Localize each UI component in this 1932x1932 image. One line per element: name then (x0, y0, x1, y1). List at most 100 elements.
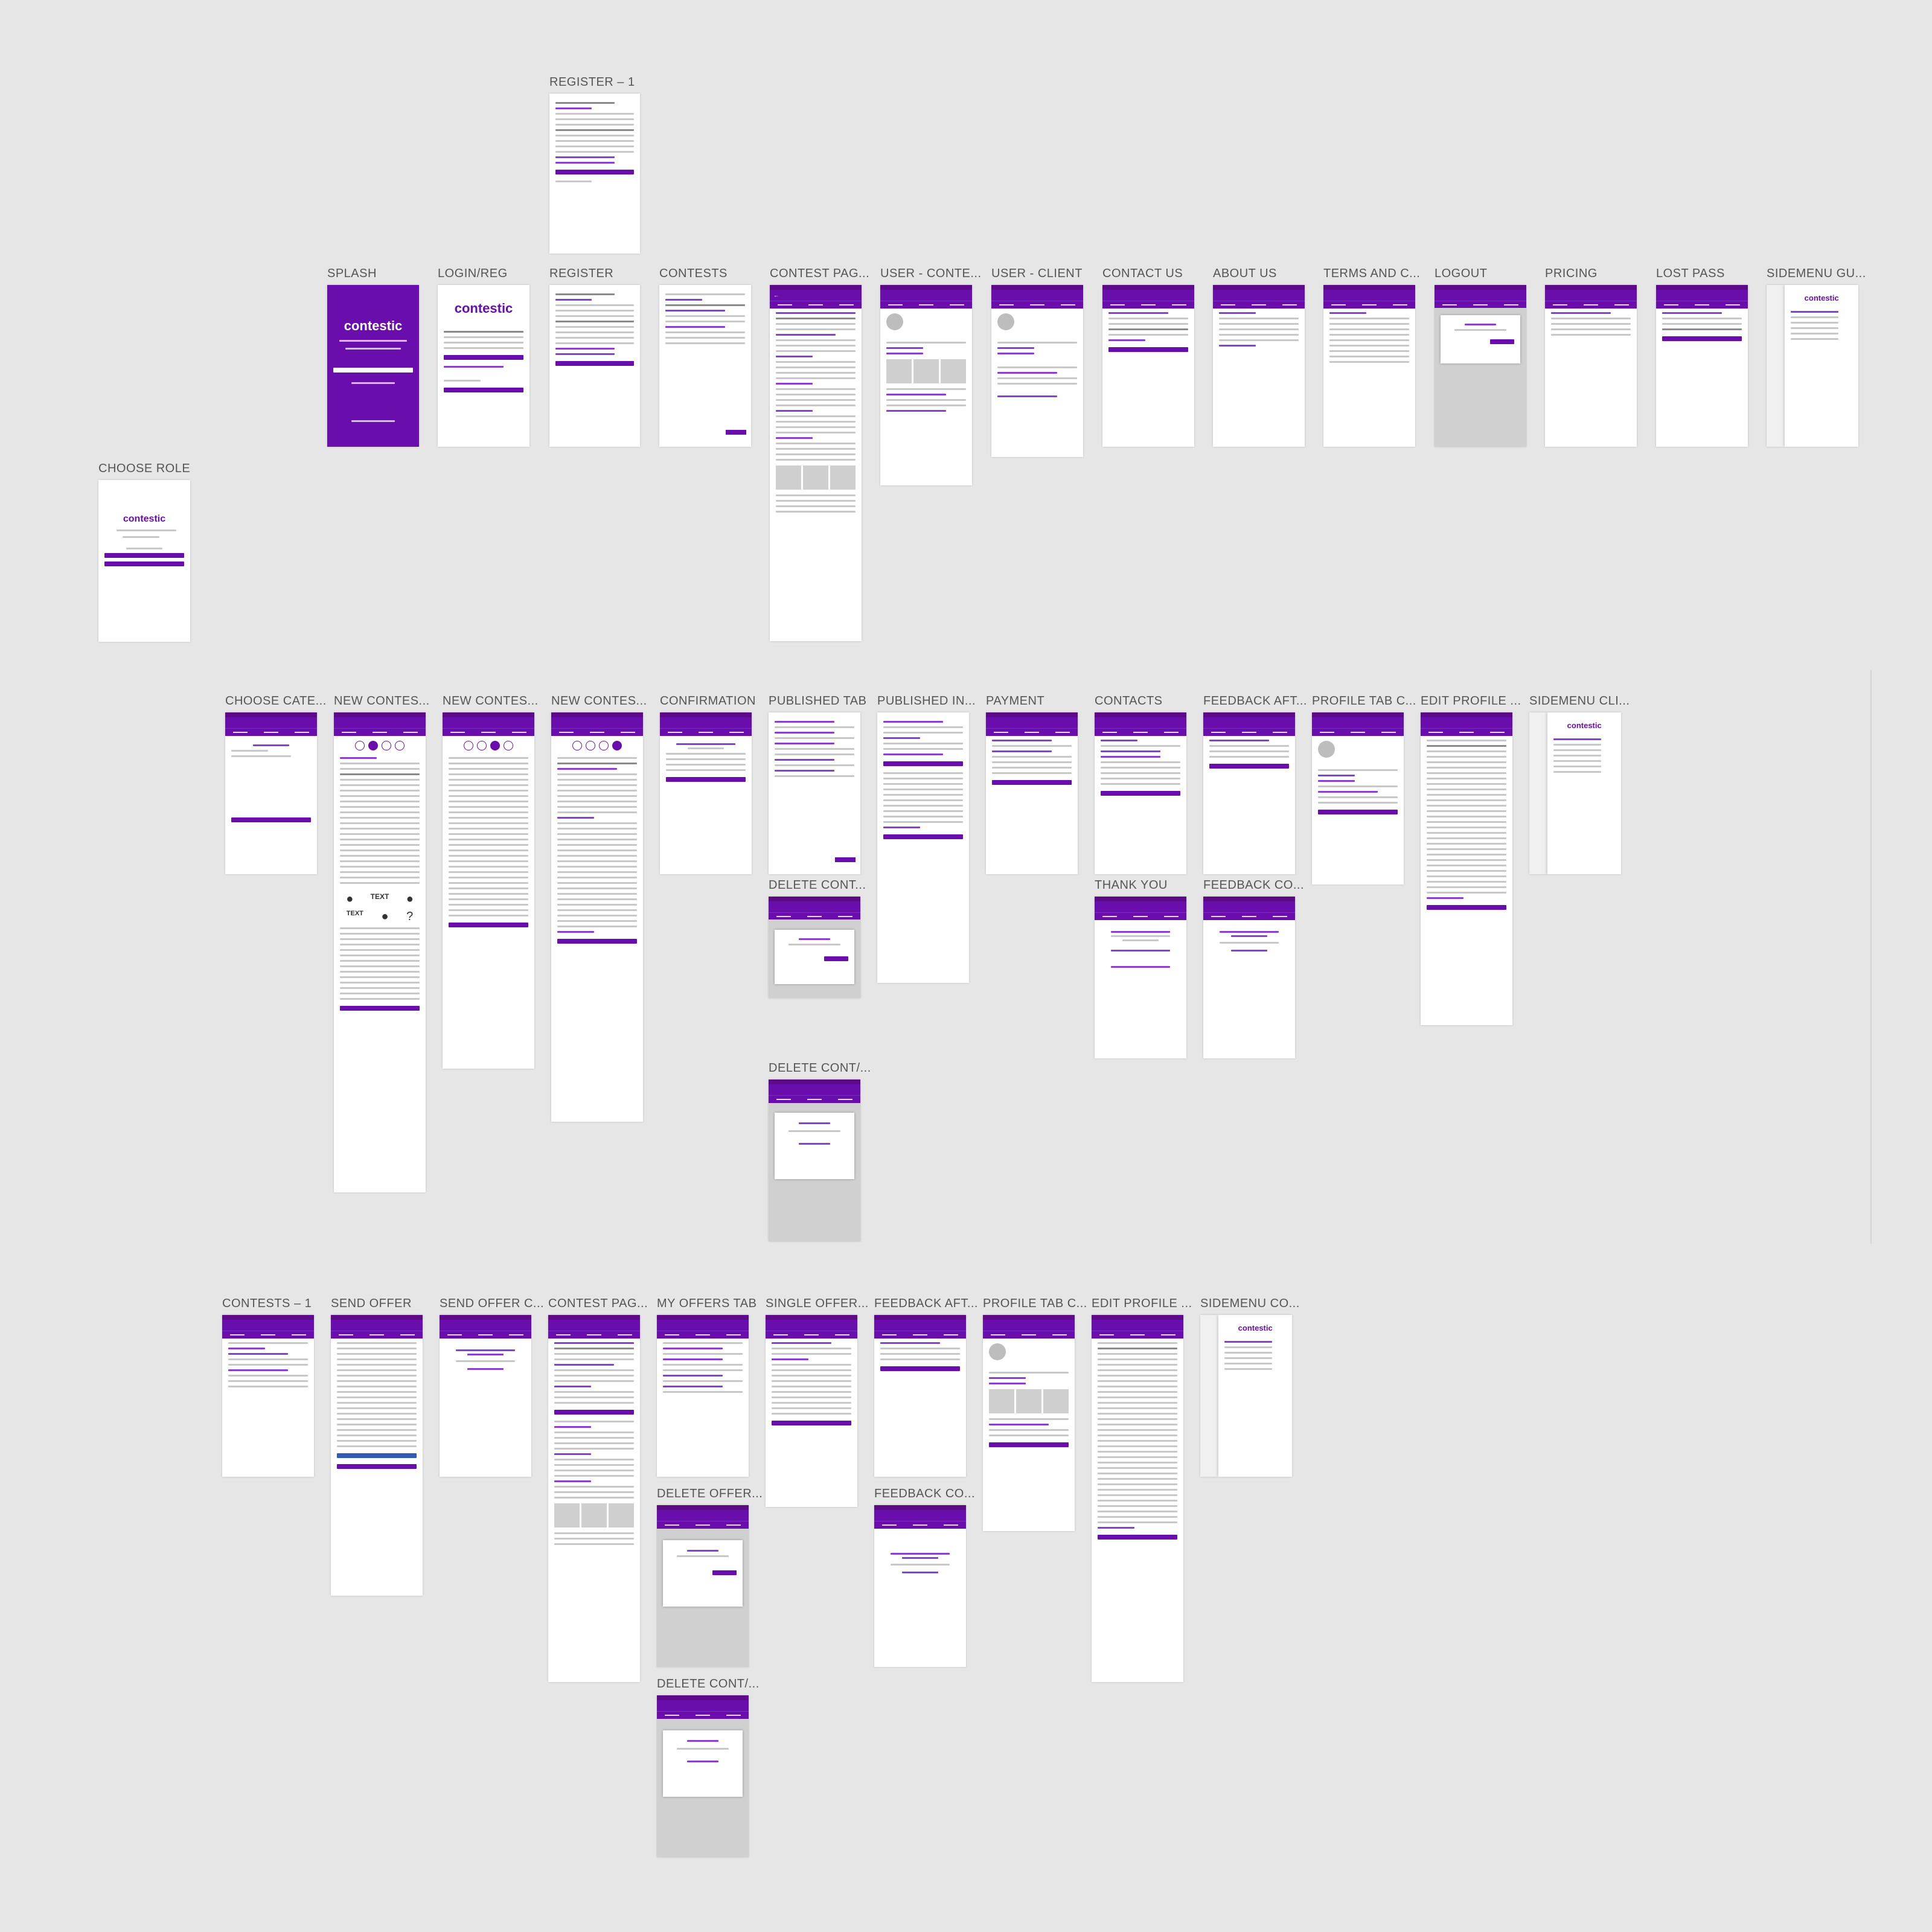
screen-contact-us (1102, 285, 1194, 447)
artboard-label: NEW CONTES... (334, 694, 430, 708)
add-contest-button[interactable] (835, 857, 856, 862)
create-account-button[interactable] (555, 170, 634, 174)
combo-logo-icon[interactable]: TEXT (347, 910, 363, 924)
artboard-label: PRICING (1545, 267, 1598, 280)
back-icon[interactable]: ← (773, 290, 779, 301)
artboard-label: EDIT PROFILE ... (1421, 694, 1521, 708)
artboard-label: DELETE CONT/... (657, 1677, 760, 1690)
send-feedback-button[interactable] (1209, 764, 1289, 769)
pay-button[interactable] (992, 780, 1072, 785)
screen-sidemenu-guest: contestic (1767, 285, 1858, 447)
view-contest-button[interactable] (883, 761, 963, 766)
screen-thank-you (1095, 897, 1186, 1058)
send-feedback-button[interactable] (880, 1366, 960, 1371)
artboard-label: EDIT PROFILE ... (1092, 1297, 1192, 1310)
send-button[interactable] (1108, 347, 1188, 352)
finish-button[interactable] (1101, 791, 1180, 796)
text-logo-icon[interactable]: TEXT (371, 892, 389, 906)
artboard-label: CONTEST PAG... (770, 267, 870, 280)
screen-send-offer-confirm (440, 1315, 531, 1477)
screen-sidemenu-client: contestic (1529, 712, 1621, 874)
screen-payment (986, 712, 1078, 874)
screen-user-client (991, 285, 1083, 457)
login-button[interactable] (444, 355, 523, 360)
screen-contest-page-2 (548, 1315, 640, 1682)
artboard-label: LOGIN/REG (438, 267, 508, 280)
screen-feedback-after-2 (874, 1315, 966, 1477)
artboard-label: LOST PASS (1656, 267, 1725, 280)
screen-profile-tab-2 (983, 1315, 1075, 1531)
confirm-delete-button[interactable] (824, 956, 848, 961)
screen-choose-role: contestic (98, 480, 190, 642)
brand-logo: contestic (1567, 721, 1602, 730)
artboard-label: FEEDBACK AFT... (874, 1297, 978, 1310)
screen-published-in (877, 712, 969, 983)
choose-winner-button[interactable] (883, 834, 963, 839)
send-offer-button[interactable] (337, 1464, 417, 1469)
screen-terms (1323, 285, 1415, 447)
artboard-label: SPLASH (327, 267, 377, 280)
screen-edit-profile-2 (1092, 1315, 1183, 1682)
artboard-label: REGISTER (549, 267, 614, 280)
emblem-logo-icon[interactable]: ● (406, 892, 414, 906)
add-contest-button[interactable] (726, 430, 746, 435)
letter-logo-icon[interactable]: ● (381, 910, 388, 924)
any-logo-icon[interactable]: ? (406, 910, 413, 924)
proceed-payment-button[interactable] (666, 777, 746, 782)
artboard-label: CONTESTS – 1 (222, 1297, 312, 1310)
screen-feedback-complete-1 (1203, 897, 1295, 1058)
artboard-label: DELETE CONT... (769, 878, 866, 892)
artboard-label: CHOOSE ROLE (98, 462, 191, 475)
save-changes-button[interactable] (1427, 905, 1506, 910)
facebook-share-button[interactable] (337, 1453, 417, 1458)
done-dialog (663, 1730, 743, 1797)
canvas-divider (1870, 670, 1872, 1244)
next-step-button[interactable] (340, 1006, 420, 1011)
screen-edit-profile-1 (1421, 712, 1512, 1025)
artboard-label: PUBLISHED TAB (769, 694, 867, 708)
designer-role-button[interactable] (104, 553, 184, 558)
artboard-label: PAYMENT (986, 694, 1045, 708)
artboard-label: DELETE OFFER... (657, 1487, 763, 1500)
start-contest-button[interactable] (333, 368, 413, 373)
edit-profile-button[interactable] (989, 1442, 1069, 1447)
artboard-label: PUBLISHED IN... (877, 694, 976, 708)
artboard-label: NEW CONTES... (443, 694, 539, 708)
create-account-button[interactable] (555, 361, 634, 366)
avatar (997, 313, 1014, 330)
artboard-label: SIDEMENU CLI... (1529, 694, 1630, 708)
screen-about-us (1213, 285, 1305, 447)
screen-feedback-complete-2 (874, 1505, 966, 1667)
edit-offer-button[interactable] (772, 1421, 851, 1425)
screen-confirmation (660, 712, 752, 874)
screen-published-tab (769, 712, 860, 874)
next-step-button[interactable] (449, 923, 528, 927)
send-offer-button[interactable] (554, 1410, 634, 1415)
artboard-label: DELETE CONT/... (769, 1061, 871, 1075)
reset-password-button[interactable] (1662, 336, 1742, 341)
artboard-label: PROFILE TAB C... (983, 1297, 1087, 1310)
confirm-delete-button[interactable] (712, 1570, 737, 1575)
logout-button[interactable] (1490, 339, 1514, 344)
create-account-button[interactable] (444, 388, 523, 392)
screen-sidemenu-contestant: contestic (1200, 1315, 1292, 1477)
logo-style-icon[interactable]: ● (346, 892, 353, 906)
screen-contests-1 (222, 1315, 314, 1477)
brand-logo: contestic (1804, 293, 1839, 302)
screen-new-contest-1: ● TEXT ● TEXT ● ? (334, 712, 426, 1192)
artboard-label: REGISTER – 1 (549, 75, 635, 89)
artboard-label: FEEDBACK CO... (1203, 878, 1305, 892)
screen-contacts (1095, 712, 1186, 874)
screen-contests (659, 285, 751, 447)
save-changes-button[interactable] (1098, 1535, 1177, 1540)
artboard-label: CONTESTS (659, 267, 728, 280)
logout-dialog (1441, 315, 1520, 363)
artboard-label: LOGOUT (1435, 267, 1488, 280)
client-role-button[interactable] (104, 561, 184, 566)
edit-profile-button[interactable] (1318, 810, 1398, 814)
publish-contest-button[interactable] (557, 939, 637, 944)
next-button[interactable] (231, 817, 311, 822)
screen-register (549, 285, 640, 447)
screen-delete-offer (657, 1505, 749, 1667)
avatar (1318, 741, 1335, 758)
